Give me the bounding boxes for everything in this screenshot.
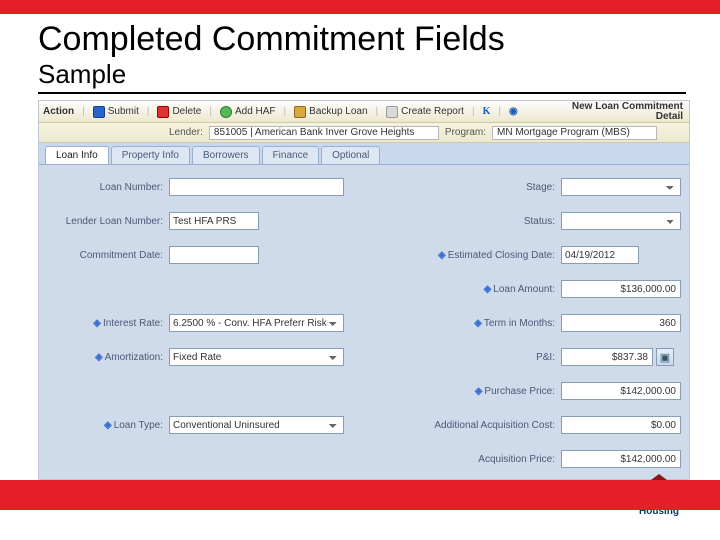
term-label-text: Term in Months: xyxy=(484,318,555,329)
detail-title: New Loan Commitment Detail xyxy=(572,102,683,122)
top-red-bar xyxy=(0,0,720,14)
term-label: ◈Term in Months: xyxy=(344,318,561,329)
separator: | xyxy=(82,106,85,117)
submit-label: Submit xyxy=(108,106,139,117)
separator: | xyxy=(472,106,475,117)
row-loan-number: Loan Number: Stage: xyxy=(47,175,681,199)
lender-loan-number-input[interactable] xyxy=(169,212,259,230)
stage-select[interactable] xyxy=(561,178,681,196)
loan-amount-input[interactable] xyxy=(561,280,681,298)
row-amortization: ◈Amortization: Fixed Rate P&I: ▣ xyxy=(47,345,681,369)
status-select[interactable] xyxy=(561,212,681,230)
report-icon xyxy=(386,106,398,118)
backup-loan-button[interactable]: Backup Loan xyxy=(294,106,367,118)
backup-icon xyxy=(294,106,306,118)
amortization-select[interactable]: Fixed Rate xyxy=(169,348,344,366)
save-icon xyxy=(93,106,105,118)
add-haf-label: Add HAF xyxy=(235,106,276,117)
program-value: MN Mortgage Program (MBS) xyxy=(492,126,657,140)
lender-value: 851005 | American Bank Inver Grove Heigh… xyxy=(209,126,439,140)
delete-icon xyxy=(157,106,169,118)
loan-amount-label: ◈Loan Amount: xyxy=(344,284,561,295)
purchase-price-label-text: Purchase Price: xyxy=(484,386,555,397)
pi-label: P&I: xyxy=(344,352,561,363)
add-haf-button[interactable]: Add HAF xyxy=(220,106,276,118)
row-loan-amount: ◈Loan Amount: xyxy=(47,277,681,301)
row-loan-type: ◈Loan Type: Conventional Uninsured Addit… xyxy=(47,413,681,437)
backup-label: Backup Loan xyxy=(309,106,367,117)
slide-subtitle: Sample xyxy=(38,59,720,90)
acq-price-label: Acquisition Price: xyxy=(344,454,561,465)
loan-type-label: ◈Loan Type: xyxy=(47,420,169,431)
acq-price-input[interactable] xyxy=(561,450,681,468)
info-bar: Lender: 851005 | American Bank Inver Gro… xyxy=(39,123,689,143)
separator: | xyxy=(209,106,212,117)
action-label: Action xyxy=(43,106,74,117)
interest-rate-select[interactable]: 6.2500 % - Conv. HFA Preferr Risk S xyxy=(169,314,344,332)
amortization-label: ◈Amortization: xyxy=(47,352,169,363)
row-interest-rate: ◈Interest Rate: 6.2500 % - Conv. HFA Pre… xyxy=(47,311,681,335)
toolbar: Action | Submit | Delete | Add HAF | Bac… xyxy=(39,101,689,123)
program-label: Program: xyxy=(445,127,486,138)
loan-type-label-text: Loan Type: xyxy=(114,420,163,431)
purchase-price-label: ◈Purchase Price: xyxy=(344,386,561,397)
pi-input[interactable] xyxy=(561,348,653,366)
loan-number-label: Loan Number: xyxy=(47,182,169,193)
loan-amount-label-text: Loan Amount: xyxy=(493,284,555,295)
delete-label: Delete xyxy=(172,106,201,117)
k-icon: K xyxy=(483,106,491,117)
separator: | xyxy=(147,106,150,117)
title-underline xyxy=(38,92,686,94)
footer-bar xyxy=(0,480,720,510)
loan-number-input[interactable] xyxy=(169,178,344,196)
est-closing-input[interactable] xyxy=(561,246,639,264)
detail-title-line2: Detail xyxy=(572,112,683,122)
slide-title: Completed Commitment Fields xyxy=(38,20,720,59)
form-area: Loan Number: Stage: Lender Loan Number: … xyxy=(39,165,689,479)
tab-optional[interactable]: Optional xyxy=(321,146,380,164)
lender-loan-number-label: Lender Loan Number: xyxy=(47,216,169,227)
row-commitment-date: Commitment Date: ◈Estimated Closing Date… xyxy=(47,243,681,267)
pi-calc-button[interactable]: ▣ xyxy=(656,348,674,366)
tab-loan-info[interactable]: Loan Info xyxy=(45,146,109,164)
separator: | xyxy=(376,106,379,117)
tab-strip: Loan Info Property Info Borrowers Financ… xyxy=(39,143,689,165)
tab-property-info[interactable]: Property Info xyxy=(111,146,190,164)
purchase-price-input[interactable] xyxy=(561,382,681,400)
row-lender-loan-number: Lender Loan Number: Status: xyxy=(47,209,681,233)
add-icon xyxy=(220,106,232,118)
commitment-date-input[interactable] xyxy=(169,246,259,264)
app-shell: Action | Submit | Delete | Add HAF | Bac… xyxy=(38,100,690,480)
est-closing-label-text: Estimated Closing Date: xyxy=(448,250,555,261)
status-label: Status: xyxy=(344,216,561,227)
lender-label: Lender: xyxy=(169,127,203,138)
help-button[interactable]: ◉ xyxy=(509,106,518,117)
separator: | xyxy=(498,106,501,117)
tab-finance[interactable]: Finance xyxy=(262,146,320,164)
tab-borrowers[interactable]: Borrowers xyxy=(192,146,260,164)
delete-button[interactable]: Delete xyxy=(157,106,201,118)
add-acq-cost-input[interactable] xyxy=(561,416,681,434)
separator: | xyxy=(284,106,287,117)
amortization-label-text: Amortization: xyxy=(105,352,163,363)
add-acq-cost-label: Additional Acquisition Cost: xyxy=(344,420,561,431)
loan-type-select[interactable]: Conventional Uninsured xyxy=(169,416,344,434)
help-icon: ◉ xyxy=(509,106,518,117)
row-acq-price: Acquisition Price: xyxy=(47,447,681,471)
submit-button[interactable]: Submit xyxy=(93,106,139,118)
interest-rate-label: ◈Interest Rate: xyxy=(47,318,169,329)
est-closing-label: ◈Estimated Closing Date: xyxy=(344,250,561,261)
nav-k-button[interactable]: K xyxy=(483,106,491,117)
action-menu[interactable]: Action xyxy=(43,106,74,117)
term-input[interactable] xyxy=(561,314,681,332)
create-report-button[interactable]: Create Report xyxy=(386,106,464,118)
row-purchase-price: ◈Purchase Price: xyxy=(47,379,681,403)
commitment-date-label: Commitment Date: xyxy=(47,250,169,261)
report-label: Create Report xyxy=(401,106,464,117)
interest-rate-label-text: Interest Rate: xyxy=(103,318,163,329)
stage-label: Stage: xyxy=(344,182,561,193)
